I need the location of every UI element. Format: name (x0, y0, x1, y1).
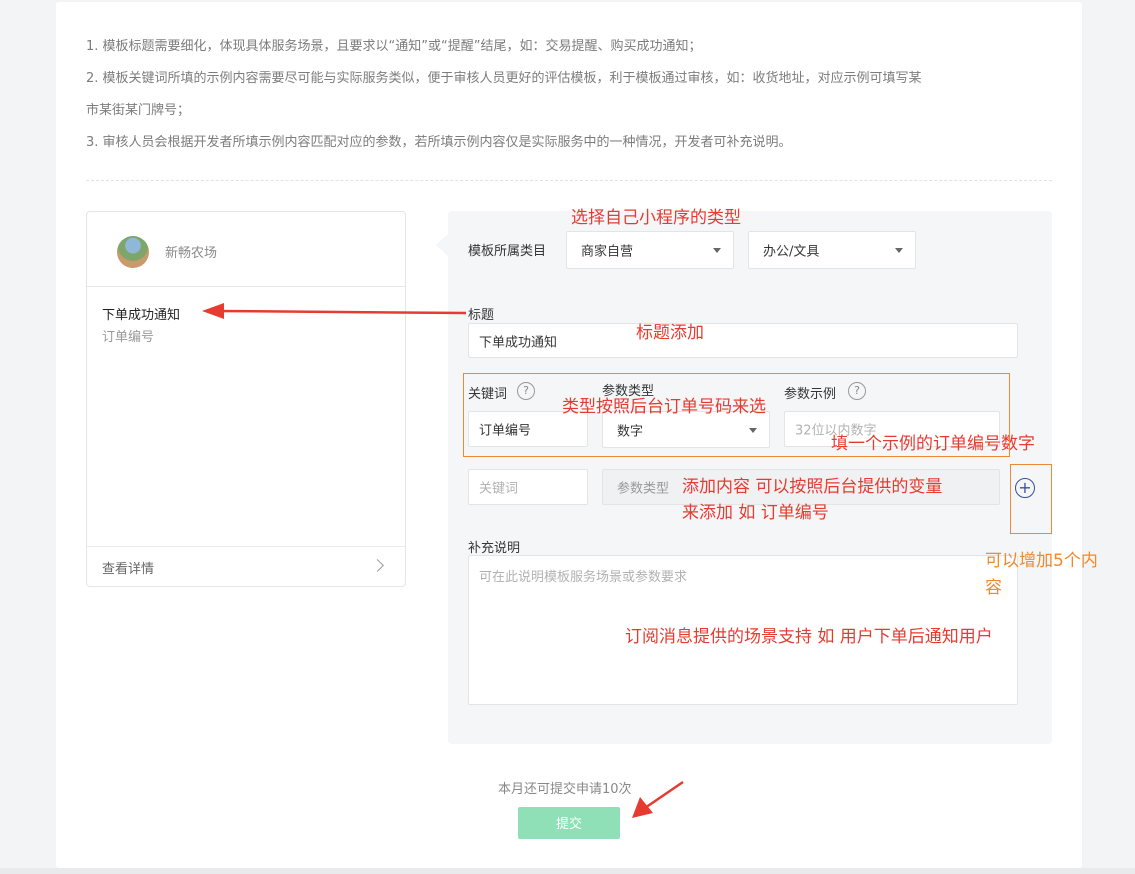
title-input[interactable]: 下单成功通知 (468, 323, 1018, 358)
bottom-strip (0, 868, 1135, 874)
param-type-2-placeholder: 参数类型 (617, 481, 670, 497)
keyword-2-placeholder: 关键词 (479, 481, 519, 497)
category-label: 模板所属类目 (468, 244, 547, 259)
view-detail-label: 查看详情 (102, 562, 155, 577)
divider (86, 180, 1052, 181)
annotation-title-add: 标题添加 (636, 323, 704, 343)
supplement-placeholder: 可在此说明模板服务场景或参数要求 (479, 570, 688, 585)
panel-pointer (436, 234, 448, 256)
annotation-scene-support: 订阅消息提供的场景支持 如 用户下单后通知用户 (625, 627, 993, 647)
tip-2: 2. 模板关键词所填的示例内容需要尽可能与实际服务类似，便于审核人员更好的评估模… (86, 71, 922, 86)
preview-keyword: 订单编号 (102, 330, 155, 345)
tip-2-cont: 市某街某门牌号； (86, 103, 191, 118)
category-secondary-select[interactable]: 办公/文具 (748, 231, 916, 269)
tip-1: 1. 模板标题需要细化，体现具体服务场景，且要求以“通知”或“提醒”结尾，如：交… (86, 39, 702, 54)
annotation-select-type: 选择自己小程序的类型 (571, 208, 741, 228)
shop-name: 新畅农场 (165, 246, 218, 261)
annotation-add-content-1: 添加内容 可以按照后台提供的变量 (682, 477, 943, 497)
avatar (117, 236, 149, 268)
add-button-highlight (1010, 464, 1052, 534)
category-secondary-value: 办公/文具 (763, 244, 820, 260)
submission-quota: 本月还可提交申请10次 (498, 782, 632, 797)
preview-header: 新畅农场 (87, 212, 405, 287)
preview-title: 下单成功通知 (102, 308, 181, 323)
supplement-label: 补充说明 (468, 541, 521, 556)
category-primary-value: 商家自营 (581, 244, 634, 260)
keyword-2-input[interactable]: 关键词 (468, 469, 588, 505)
tip-3: 3. 审核人员会根据开发者所填示例内容匹配对应的参数，若所填示例内容仅是实际服务… (86, 135, 792, 150)
category-primary-select[interactable]: 商家自营 (566, 231, 734, 269)
submit-button[interactable]: 提交 (518, 807, 620, 839)
title-input-value: 下单成功通知 (479, 335, 558, 350)
annotation-add-five-2: 容 (985, 578, 1002, 598)
chevron-right-icon (371, 559, 384, 572)
annotation-add-five-1: 可以增加5个内 (985, 551, 1098, 571)
caret-down-icon (895, 248, 903, 253)
title-label: 标题 (468, 308, 495, 323)
caret-down-icon (713, 248, 721, 253)
keyword-row-highlight (463, 373, 1010, 457)
view-detail-row[interactable]: 查看详情 (87, 546, 405, 587)
annotation-add-content-2: 来添加 如 订单编号 (682, 503, 829, 523)
message-preview: 新畅农场 下单成功通知 订单编号 查看详情 (86, 211, 406, 587)
